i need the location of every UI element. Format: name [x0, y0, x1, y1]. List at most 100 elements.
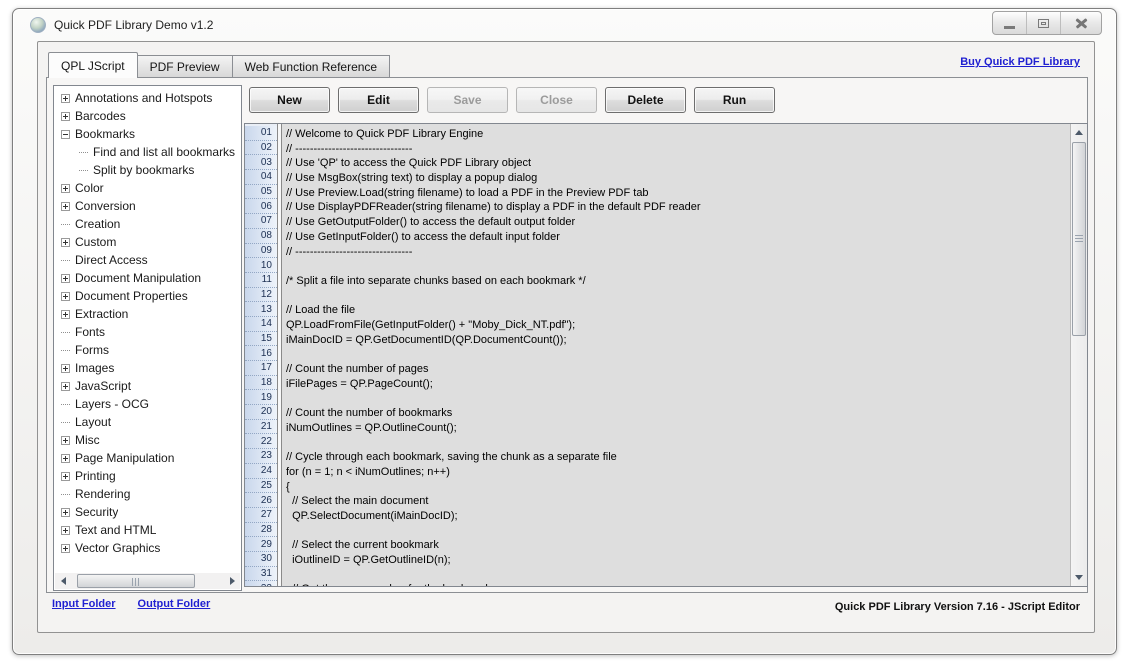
expand-icon[interactable]	[61, 382, 70, 391]
code-line: // --------------------------------	[286, 142, 1070, 157]
tree-item[interactable]: Annotations and Hotspots	[54, 89, 241, 107]
expand-icon[interactable]	[61, 292, 70, 301]
expand-icon[interactable]	[61, 508, 70, 517]
tree-horizontal-scrollbar[interactable]	[55, 573, 240, 589]
close-icon	[1075, 18, 1087, 28]
expand-icon[interactable]	[61, 310, 70, 319]
scroll-up-button[interactable]	[1071, 124, 1087, 141]
scroll-right-button[interactable]	[224, 573, 240, 589]
tree-item[interactable]: Conversion	[54, 197, 241, 215]
tree-item[interactable]: Color	[54, 179, 241, 197]
tree-item[interactable]: Misc	[54, 431, 241, 449]
line-number: 11	[245, 273, 277, 288]
tab-qpl-jscript[interactable]: QPL JScript	[48, 52, 138, 78]
expand-icon[interactable]	[61, 364, 70, 373]
line-number: 02	[245, 141, 277, 156]
line-number: 25	[245, 479, 277, 494]
tree-item[interactable]: Layers - OCG	[54, 395, 241, 413]
tree-item[interactable]: Forms	[54, 341, 241, 359]
tree-item[interactable]: Creation	[54, 215, 241, 233]
tab-pdf-preview[interactable]: PDF Preview	[137, 55, 233, 78]
tree-item[interactable]: Text and HTML	[54, 521, 241, 539]
expand-icon[interactable]	[61, 184, 70, 193]
code-line: iOutlineID = QP.GetOutlineID(n);	[286, 553, 1070, 568]
tree-item[interactable]: Printing	[54, 467, 241, 485]
tree-item[interactable]: Document Properties	[54, 287, 241, 305]
editor-scrollbar-thumb[interactable]	[1072, 142, 1086, 336]
tree-item[interactable]: Page Manipulation	[54, 449, 241, 467]
expand-icon[interactable]	[61, 472, 70, 481]
line-number: 26	[245, 493, 277, 508]
tree-item[interactable]: Find and list all bookmarks	[54, 143, 241, 161]
window-controls	[992, 11, 1102, 35]
tree-item[interactable]: JavaScript	[54, 377, 241, 395]
close-button[interactable]: Close	[516, 87, 597, 113]
expand-icon[interactable]	[61, 436, 70, 445]
tree-item[interactable]: Bookmarks	[54, 125, 241, 143]
expand-icon[interactable]	[61, 112, 70, 121]
tree-item[interactable]: Images	[54, 359, 241, 377]
expand-icon[interactable]	[61, 454, 70, 463]
tree-item[interactable]: Fonts	[54, 323, 241, 341]
tree-item-label: Layers - OCG	[75, 397, 149, 411]
expand-icon[interactable]	[61, 202, 70, 211]
line-number: 24	[245, 464, 277, 479]
expand-icon[interactable]	[61, 526, 70, 535]
code-editor[interactable]: 0102030405060708091011121314151617181920…	[244, 123, 1088, 587]
code-line	[286, 435, 1070, 450]
scroll-down-button[interactable]	[1071, 569, 1087, 586]
line-number: 12	[245, 288, 277, 303]
tree-item[interactable]: Direct Access	[54, 251, 241, 269]
expand-icon[interactable]	[61, 94, 70, 103]
tab-web-function-reference[interactable]: Web Function Reference	[232, 55, 391, 78]
scroll-left-button[interactable]	[55, 573, 71, 589]
tree-item[interactable]: Document Manipulation	[54, 269, 241, 287]
output-folder-link[interactable]: Output Folder	[138, 598, 211, 610]
input-folder-link[interactable]: Input Folder	[52, 598, 116, 610]
code-line: /* Split a file into separate chunks bas…	[286, 274, 1070, 289]
tree-items: Annotations and Hotspots Barcodes Bookmark…	[54, 86, 241, 557]
tree-item[interactable]: Rendering	[54, 485, 241, 503]
line-number: 16	[245, 346, 277, 361]
title-bar[interactable]: Quick PDF Library Demo v1.2	[13, 9, 1116, 41]
new-button[interactable]: New	[249, 87, 330, 113]
code-line: // Use Preview.Load(string filename) to …	[286, 186, 1070, 201]
tree-item-label: Barcodes	[75, 109, 126, 123]
close-button[interactable]	[1061, 12, 1101, 34]
tree-item[interactable]: Security	[54, 503, 241, 521]
tree-connector	[61, 260, 70, 261]
expand-icon[interactable]	[61, 238, 70, 247]
save-button[interactable]: Save	[427, 87, 508, 113]
tree-item[interactable]: Vector Graphics	[54, 539, 241, 557]
code-line	[286, 568, 1070, 583]
tree-item[interactable]: Custom	[54, 233, 241, 251]
tree-item-label: Layout	[75, 415, 111, 429]
tree-item[interactable]: Layout	[54, 413, 241, 431]
tree-item[interactable]: Split by bookmarks	[54, 161, 241, 179]
scroll-down-icon	[1075, 575, 1083, 580]
line-number: 07	[245, 214, 277, 229]
editor-vertical-scrollbar[interactable]	[1070, 124, 1087, 586]
line-number: 27	[245, 508, 277, 523]
buy-quick-pdf-library-link[interactable]: Buy Quick PDF Library	[960, 56, 1080, 68]
line-number: 23	[245, 449, 277, 464]
expand-icon[interactable]	[61, 544, 70, 553]
tree-item-label: Misc	[75, 433, 100, 447]
tree-item[interactable]: Barcodes	[54, 107, 241, 125]
delete-button[interactable]: Delete	[605, 87, 686, 113]
tree-scrollbar-thumb[interactable]	[77, 574, 195, 588]
tree-item-label: Extraction	[75, 307, 128, 321]
code-line	[286, 259, 1070, 274]
line-number: 18	[245, 376, 277, 391]
expand-icon[interactable]	[61, 274, 70, 283]
edit-button[interactable]: Edit	[338, 87, 419, 113]
run-button[interactable]: Run	[694, 87, 775, 113]
code-line	[286, 347, 1070, 362]
tree-item[interactable]: Extraction	[54, 305, 241, 323]
code-line: iFilePages = QP.PageCount();	[286, 377, 1070, 392]
minimize-button[interactable]	[993, 12, 1027, 34]
code-lines[interactable]: // Welcome to Quick PDF Library Engine//…	[282, 124, 1070, 586]
maximize-button[interactable]	[1027, 12, 1061, 34]
code-line: // Use GetInputFolder() to access the de…	[286, 230, 1070, 245]
collapse-icon[interactable]	[61, 130, 70, 139]
